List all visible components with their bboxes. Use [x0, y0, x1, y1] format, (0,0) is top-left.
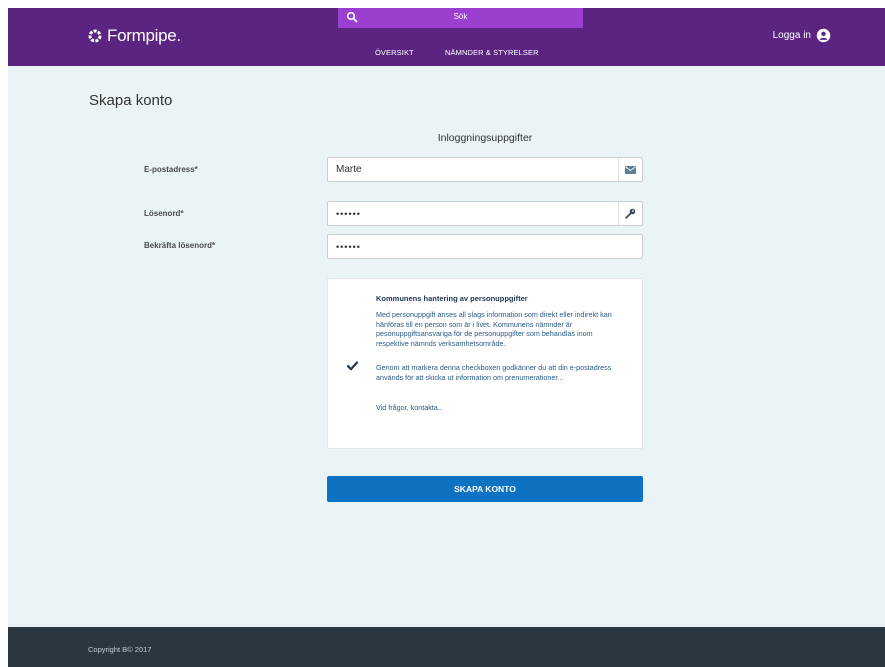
confirm-password-label: Bekräfta lösenord* — [144, 241, 216, 250]
password-addon — [618, 202, 642, 225]
confirm-password-value[interactable]: •••••• — [336, 242, 361, 252]
page-frame: Formpipe. Sök ÖVERSIKT NÄMNDER & STYRELS… — [8, 8, 885, 667]
create-account-button[interactable]: SKAPA KONTO — [327, 476, 643, 502]
login-label[interactable]: Logga in — [773, 30, 811, 41]
consent-paragraph-agree: Genom att markera denna checkboxen godkä… — [376, 363, 612, 382]
nav-item-namnder[interactable]: NÄMNDER & STYRELSER — [445, 48, 539, 57]
logo-ring-icon — [88, 29, 102, 43]
consent-checkbox-checkmark-icon[interactable] — [347, 361, 358, 371]
nav-item-oversikt[interactable]: ÖVERSIKT — [375, 48, 414, 57]
email-field[interactable]: Marte — [327, 157, 643, 182]
contact-link[interactable]: Vid frågor, kontakta.. — [376, 403, 442, 412]
key-icon — [625, 208, 636, 219]
footer: Copyright B© 2017 — [8, 627, 885, 667]
user-circle-icon[interactable] — [816, 28, 831, 43]
envelope-icon — [625, 165, 636, 174]
search-bar[interactable]: Sök — [338, 8, 583, 28]
logo-text: Formpipe. — [107, 26, 181, 45]
top-header: Formpipe. Sök ÖVERSIKT NÄMNDER & STYRELS… — [8, 8, 885, 66]
confirm-password-field[interactable]: •••••• — [327, 234, 643, 259]
login-link[interactable]: Logga in — [773, 28, 831, 43]
email-addon — [618, 158, 642, 181]
formpipe-logo[interactable]: Formpipe. — [88, 26, 181, 46]
password-label: Lösenord* — [144, 209, 184, 218]
consent-heading: Kommunens hantering av personuppgifter — [376, 294, 528, 303]
search-label[interactable]: Sök — [338, 12, 583, 21]
main-nav: ÖVERSIKT NÄMNDER & STYRELSER — [8, 48, 885, 60]
password-value[interactable]: •••••• — [336, 209, 361, 219]
consent-paragraph-info: Med personuppgift anses all slags inform… — [376, 310, 612, 348]
section-title: Inloggningsuppgifter — [437, 132, 533, 144]
consent-panel: Kommunens hantering av personuppgifter M… — [327, 278, 643, 449]
copyright-text: Copyright B© 2017 — [88, 645, 152, 654]
page-title: Skapa konto — [89, 92, 173, 109]
email-label: E-postadress* — [144, 165, 198, 174]
email-value[interactable]: Marte — [336, 164, 362, 175]
password-field[interactable]: •••••• — [327, 201, 643, 226]
